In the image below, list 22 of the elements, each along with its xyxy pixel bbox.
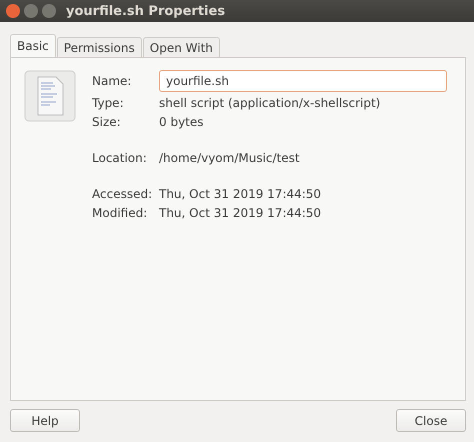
field-value: /home/vyom/Music/test [159,151,300,165]
field-value: 0 bytes [159,115,204,129]
name-field[interactable]: yourfile.sh [159,70,447,92]
text-file-icon [24,70,76,122]
minimize-icon[interactable] [24,4,38,18]
tab[interactable]: Basic [10,34,56,57]
field-label: Accessed: [92,187,154,201]
tab[interactable]: Permissions [56,37,142,57]
field-label: Size: [92,115,122,129]
close-button[interactable]: Close [396,409,466,432]
field-label: Modified: [92,206,148,220]
close-icon[interactable] [6,4,20,18]
maximize-icon[interactable] [42,4,56,18]
window-title: yourfile.sh Properties [66,4,226,18]
field-label: Type: [92,96,125,110]
field-label: Location: [92,151,148,165]
tab[interactable]: Open With [142,37,220,57]
field-value: Thu, Oct 31 2019 17:44:50 [159,187,322,201]
field-label: Name: [92,74,132,88]
help-button[interactable]: Help [10,409,80,432]
field-value: Thu, Oct 31 2019 17:44:50 [159,206,322,220]
field-value: shell script (application/x-shellscript) [159,96,380,110]
